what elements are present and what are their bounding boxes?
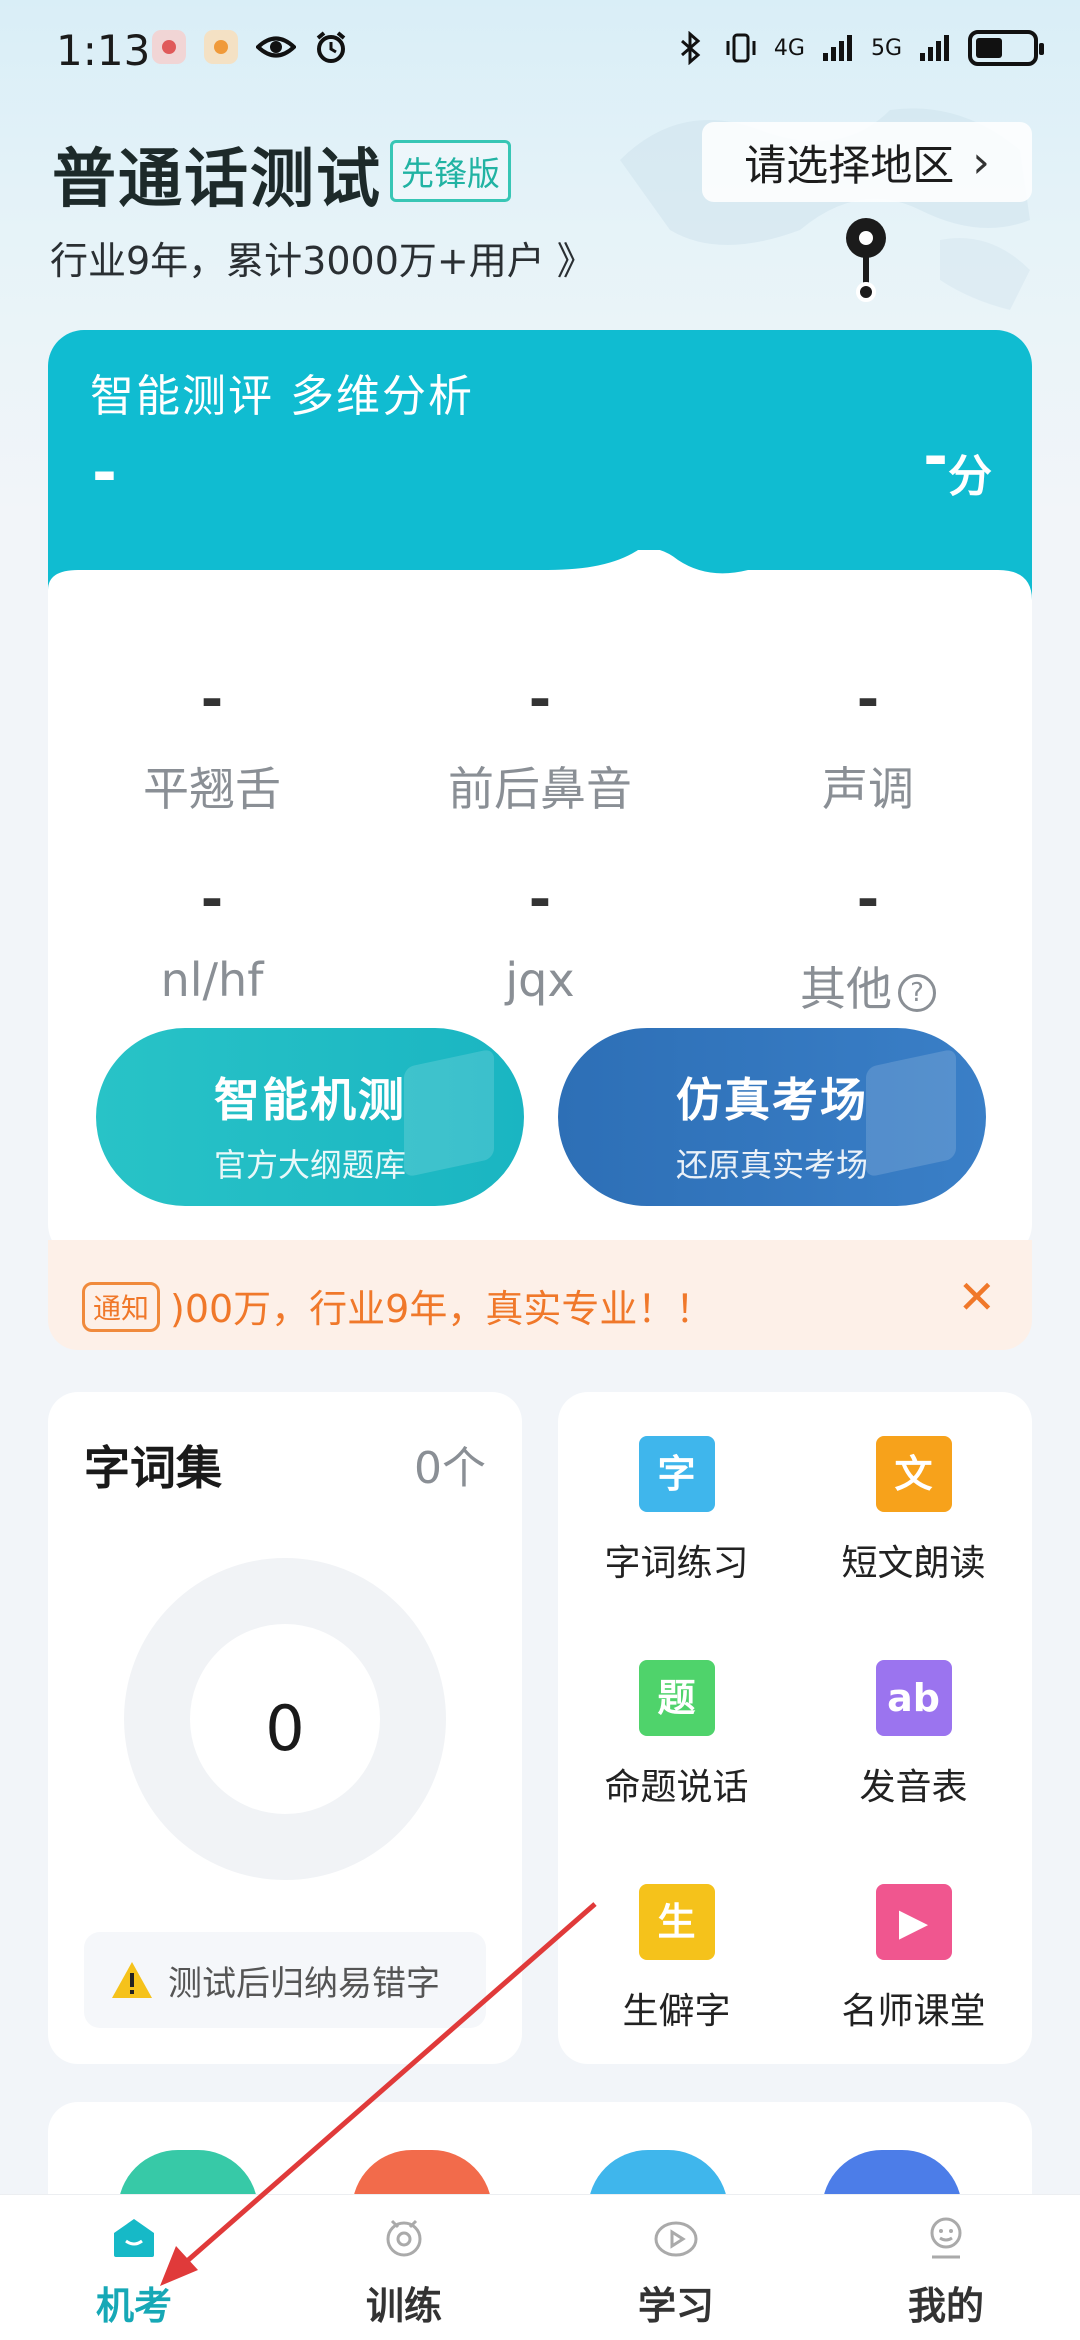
battery-icon (968, 30, 1044, 66)
notice-bar[interactable]: 通知 )00万，行业9年，真实专业！！ ✕ (48, 1240, 1032, 1350)
metric-flat-retroflex: - 平翘舌 (48, 668, 376, 819)
feature-topic-speech[interactable]: 题 命题说话 (558, 1660, 795, 1810)
score-unit: 分 (948, 451, 992, 502)
simulated-exam-button[interactable]: 仿真考场 还原真实考场 (558, 1028, 986, 1206)
bottom-tab-bar: 机考 训练 学习 我的 (0, 2194, 1080, 2340)
profile-icon (930, 2217, 962, 2259)
status-time: 1:13 (56, 26, 151, 75)
network-5g-label: 5G (870, 35, 902, 61)
tab-exam[interactable]: 机考 (34, 2213, 234, 2330)
word-set-tip: 测试后归纳易错字 (84, 1932, 486, 2028)
word-set-title: 字词集 (84, 1441, 222, 1495)
score-slogan: 智能测评 多维分析 (90, 371, 474, 422)
metric-tone: - 声调 (704, 668, 1032, 819)
notice-text: )00万，行业9年，真实专业！！ (170, 1287, 714, 1331)
region-label: 请选择地区 (744, 140, 955, 190)
help-icon[interactable]: ? (898, 973, 936, 1012)
word-set-ring-value: 0 (265, 1692, 305, 1765)
metric-label: 平翘舌 (143, 762, 281, 816)
network-4g-label: 4G (773, 35, 805, 61)
status-bar: 1:13 4G 5G (0, 0, 1080, 100)
status-notification-icons (152, 30, 348, 64)
feature-label: 字词练习 (604, 1543, 749, 1584)
edition-badge: 先锋版 (390, 140, 511, 202)
feature-label: 名师课堂 (841, 1991, 986, 2032)
status-system-icons: 4G 5G (674, 30, 1044, 66)
tab-label: 训练 (365, 2284, 442, 2328)
pronunciation-table-icon: ab (875, 1660, 952, 1736)
metric-label: jqx (505, 953, 575, 1007)
metric-nasal: - 前后鼻音 (376, 668, 704, 819)
close-icon[interactable]: ✕ (957, 1270, 996, 1324)
bluetooth-icon (680, 31, 701, 65)
metric-label: 其他 (800, 962, 892, 1016)
select-region-button[interactable]: 请选择地区 › (702, 122, 1032, 202)
signal-5g-icon (920, 35, 949, 61)
study-icon (654, 2221, 698, 2257)
metric-value: - (856, 668, 880, 731)
chevron-right-icon: › (972, 136, 990, 188)
feature-label: 短文朗读 (841, 1543, 986, 1584)
word-set-tip-text: 测试后归纳易错字 (168, 1963, 440, 2004)
tab-label: 我的 (907, 2284, 984, 2328)
score-card-wave (48, 550, 1032, 670)
article-reading-icon: 文 (875, 1436, 952, 1512)
training-icon (386, 2219, 422, 2257)
metric-nl-hf: - nl/hf (48, 868, 376, 1007)
app-title: 普通话测试 (52, 142, 382, 217)
eye-icon (256, 36, 296, 58)
alarm-icon (316, 31, 346, 63)
tab-profile[interactable]: 我的 (846, 2213, 1046, 2330)
feature-article-reading[interactable]: 文 短文朗读 (795, 1436, 1032, 1586)
tab-training[interactable]: 训练 (304, 2213, 504, 2330)
rare-chars-icon: 生 (638, 1884, 715, 1960)
video-class-icon: ▶ (875, 1884, 952, 1960)
metric-value: - (528, 668, 552, 731)
smart-test-subtitle: 官方大纲题库 (213, 1146, 406, 1184)
score-value: - (923, 422, 948, 492)
signal-4g-icon (822, 35, 852, 61)
metric-label: 声调 (822, 762, 914, 816)
feature-rare-chars[interactable]: 生 生僻字 (558, 1884, 795, 2034)
metric-value: - (200, 668, 224, 731)
map-pin-icon (846, 218, 886, 302)
metric-value: - (856, 868, 880, 931)
smart-test-button[interactable]: 智能机测 官方大纲题库 (96, 1028, 524, 1206)
metric-label-other: 其他? (704, 953, 1032, 1019)
app-notification-icon (152, 30, 186, 64)
tab-label: 机考 (95, 2284, 172, 2328)
notice-badge: 通知 (82, 1282, 161, 1332)
vibrate-icon (726, 33, 756, 63)
word-set-card[interactable]: 字词集 0个 0 测试后归纳易错字 (48, 1392, 522, 2064)
feature-pronunciation-table[interactable]: ab 发音表 (795, 1660, 1032, 1810)
score-left-value: - (92, 438, 117, 508)
simulated-exam-subtitle: 还原真实考场 (675, 1146, 868, 1184)
metric-label: nl/hf (160, 953, 264, 1007)
feature-label: 发音表 (859, 1767, 968, 1808)
metric-label: 前后鼻音 (448, 762, 632, 816)
metric-other[interactable]: - 其他? (704, 868, 1032, 1019)
metric-jqx: - jqx (376, 868, 704, 1007)
feature-word-practice[interactable]: 字 字词练习 (558, 1436, 795, 1586)
tab-study[interactable]: 学习 (576, 2213, 776, 2330)
tab-label: 学习 (637, 2284, 714, 2328)
metric-value: - (200, 868, 224, 931)
metric-value: - (528, 868, 552, 931)
word-set-count: 0个 (414, 1443, 486, 1494)
app-notification-icon (204, 30, 238, 64)
feature-label: 生僻字 (622, 1991, 731, 2032)
score-card: 智能测评 多维分析 - - 分 - 平翘舌 - 前后鼻音 - 声调 - nl/h… (48, 330, 1032, 1260)
app-subtitle-link[interactable]: 行业9年，累计3000万+用户 》 (50, 230, 595, 285)
feature-label: 命题说话 (604, 1767, 749, 1808)
warning-icon (112, 1962, 152, 1998)
exam-icon (114, 2219, 154, 2257)
feature-grid: 字 字词练习 文 短文朗读 题 命题说话 ab 发音表 生 生僻字 ▶ 名师课堂 (558, 1392, 1032, 2064)
feature-video-class[interactable]: ▶ 名师课堂 (795, 1884, 1032, 2034)
word-practice-icon: 字 (638, 1436, 715, 1512)
topic-speech-icon: 题 (638, 1660, 715, 1736)
